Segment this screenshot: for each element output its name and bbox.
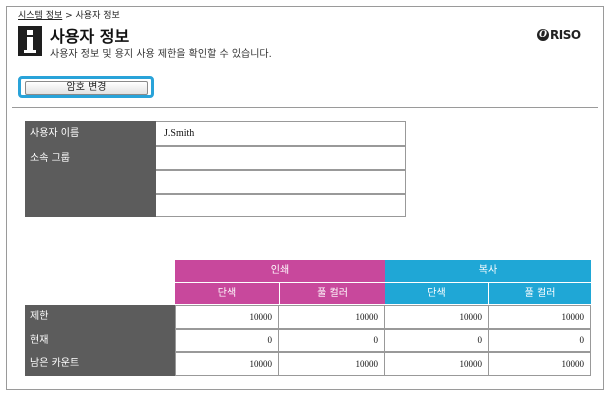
remaining-print-mono: 10000 [175, 352, 279, 376]
group-label: 소속 그룹 [25, 146, 156, 217]
info-icon [18, 26, 42, 56]
group-value-2 [156, 170, 406, 194]
riso-logo-mark-icon: Ö [537, 29, 549, 41]
current-print-mono: 0 [175, 329, 279, 352]
breadcrumb-current: 사용자 정보 [75, 11, 120, 21]
page-subtitle: 사용자 정보 및 용지 사용 제한을 확인할 수 있습니다. [50, 49, 272, 60]
print-mono-header: 단색 [175, 283, 279, 304]
user-name-value: J.Smith [156, 121, 406, 146]
current-print-color: 0 [279, 329, 385, 352]
change-password-button[interactable]: 암호 변경 [25, 81, 148, 95]
row-label-current: 현재 [25, 329, 175, 352]
group-value-3 [156, 194, 406, 217]
current-copy-mono: 0 [385, 329, 489, 352]
riso-logo: Ö RISO [537, 28, 581, 42]
page-title: 사용자 정보 [50, 27, 130, 46]
limit-copy-color: 10000 [489, 305, 591, 329]
user-name-label: 사용자 이름 [25, 121, 156, 146]
remaining-copy-mono: 10000 [385, 352, 489, 376]
section-divider [12, 107, 598, 108]
remaining-copy-color: 10000 [489, 352, 591, 376]
limit-copy-mono: 10000 [385, 305, 489, 329]
copy-header: 복사 [385, 260, 591, 282]
limit-print-color: 10000 [279, 305, 385, 329]
row-label-limit: 제한 [25, 305, 175, 329]
change-password-focus-ring: 암호 변경 [18, 76, 154, 98]
remaining-print-color: 10000 [279, 352, 385, 376]
breadcrumb-separator: > [62, 11, 76, 21]
copy-mono-header: 단색 [385, 283, 488, 304]
row-label-remaining: 남은 카운트 [25, 352, 175, 376]
current-copy-color: 0 [489, 329, 591, 352]
print-header: 인쇄 [175, 260, 385, 282]
breadcrumb-link-system-info[interactable]: 시스템 정보 [18, 11, 62, 21]
copy-full-color-header: 풀 컬러 [489, 283, 591, 304]
limit-print-mono: 10000 [175, 305, 279, 329]
breadcrumb: 시스템 정보 > 사용자 정보 [18, 8, 120, 21]
print-full-color-header: 풀 컬러 [280, 283, 385, 304]
riso-logo-text: RISO [550, 28, 581, 42]
group-value-1 [156, 146, 406, 170]
